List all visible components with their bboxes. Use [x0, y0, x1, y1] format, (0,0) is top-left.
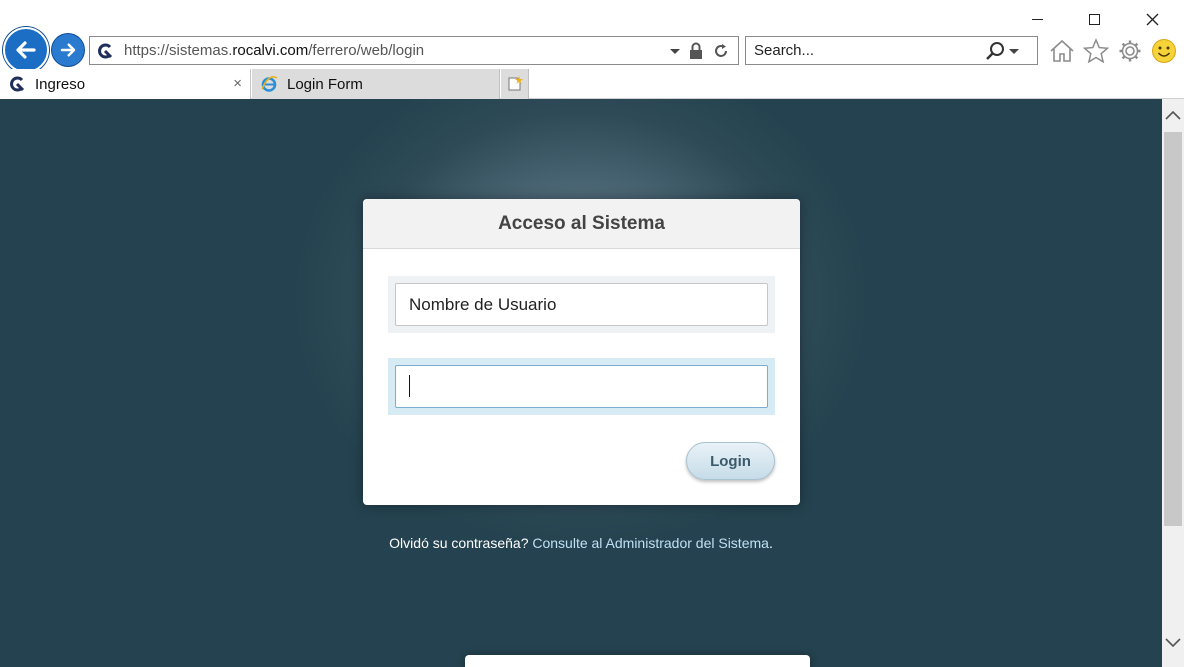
forgot-password-text: Olvidó su contraseña? Consulte al Admini…: [389, 535, 773, 551]
search-box[interactable]: [745, 36, 1038, 65]
tab-bar: Ingreso × Login Form: [0, 69, 1184, 99]
new-tab-icon: [508, 76, 523, 91]
home-button[interactable]: [1048, 37, 1076, 65]
page-viewport: Acceso al Sistema Login Olvidó su contra…: [0, 99, 1162, 667]
tab-close-button[interactable]: ×: [233, 75, 242, 92]
chevron-up-icon: [1165, 110, 1181, 120]
close-icon: [1146, 13, 1158, 25]
login-panel-header: Acceso al Sistema: [363, 199, 800, 249]
new-tab-button[interactable]: [501, 69, 529, 99]
tab-login-form[interactable]: Login Form: [252, 69, 500, 99]
vertical-scrollbar[interactable]: [1162, 99, 1184, 667]
rocalvi-favicon-icon: [7, 74, 27, 94]
password-field-wrapper: [388, 358, 775, 415]
rocalvi-favicon-icon: [94, 40, 116, 62]
login-panel: Acceso al Sistema Login: [363, 199, 800, 505]
gear-icon: [1119, 40, 1141, 62]
search-icon: [986, 41, 1004, 60]
tab-label: Ingreso: [35, 75, 86, 93]
favorites-button[interactable]: [1082, 37, 1110, 65]
ie-icon: [259, 74, 279, 94]
scroll-up-button[interactable]: [1165, 107, 1181, 123]
search-button[interactable]: [985, 41, 1019, 61]
dropdown-arrow-icon: [1009, 48, 1019, 54]
contact-admin-link[interactable]: Consulte al Administrador del Sistema: [532, 535, 769, 551]
address-bar[interactable]: https://sistemas.rocalvi.com/ferrero/web…: [89, 36, 739, 65]
username-field-wrapper: [388, 276, 775, 333]
password-input[interactable]: [395, 365, 768, 408]
smiley-icon: [1152, 39, 1176, 63]
arrow-right-icon: [60, 43, 76, 57]
search-input[interactable]: [754, 42, 979, 59]
star-icon: [1083, 38, 1109, 64]
tab-ingreso[interactable]: Ingreso ×: [0, 69, 251, 99]
settings-button[interactable]: [1116, 37, 1144, 65]
chevron-down-icon: [1165, 638, 1181, 648]
close-window-button[interactable]: [1129, 6, 1175, 32]
partial-panel: [465, 655, 810, 667]
back-button[interactable]: [3, 27, 49, 73]
lock-icon[interactable]: [688, 42, 704, 60]
feedback-button[interactable]: [1150, 37, 1178, 65]
text-caret: [409, 375, 410, 397]
scroll-thumb[interactable]: [1164, 132, 1182, 526]
forward-button[interactable]: [52, 34, 84, 66]
scroll-down-button[interactable]: [1165, 635, 1181, 651]
dropdown-arrow-icon[interactable]: [670, 46, 680, 56]
maximize-button[interactable]: [1071, 6, 1117, 32]
home-icon: [1050, 39, 1074, 62]
maximize-icon: [1088, 13, 1100, 25]
minimize-button[interactable]: [1014, 6, 1060, 32]
tab-label: Login Form: [287, 75, 363, 93]
refresh-icon[interactable]: [712, 42, 730, 60]
login-button[interactable]: Login: [686, 442, 775, 480]
login-title: Acceso al Sistema: [498, 212, 665, 234]
browser-chrome: https://sistemas.rocalvi.com/ferrero/web…: [0, 0, 1184, 99]
toolbar-icons: [1048, 36, 1178, 66]
minimize-icon: [1031, 18, 1043, 20]
url-text: https://sistemas.rocalvi.com/ferrero/web…: [124, 42, 425, 59]
username-input[interactable]: [395, 283, 768, 326]
arrow-left-icon: [16, 41, 36, 59]
